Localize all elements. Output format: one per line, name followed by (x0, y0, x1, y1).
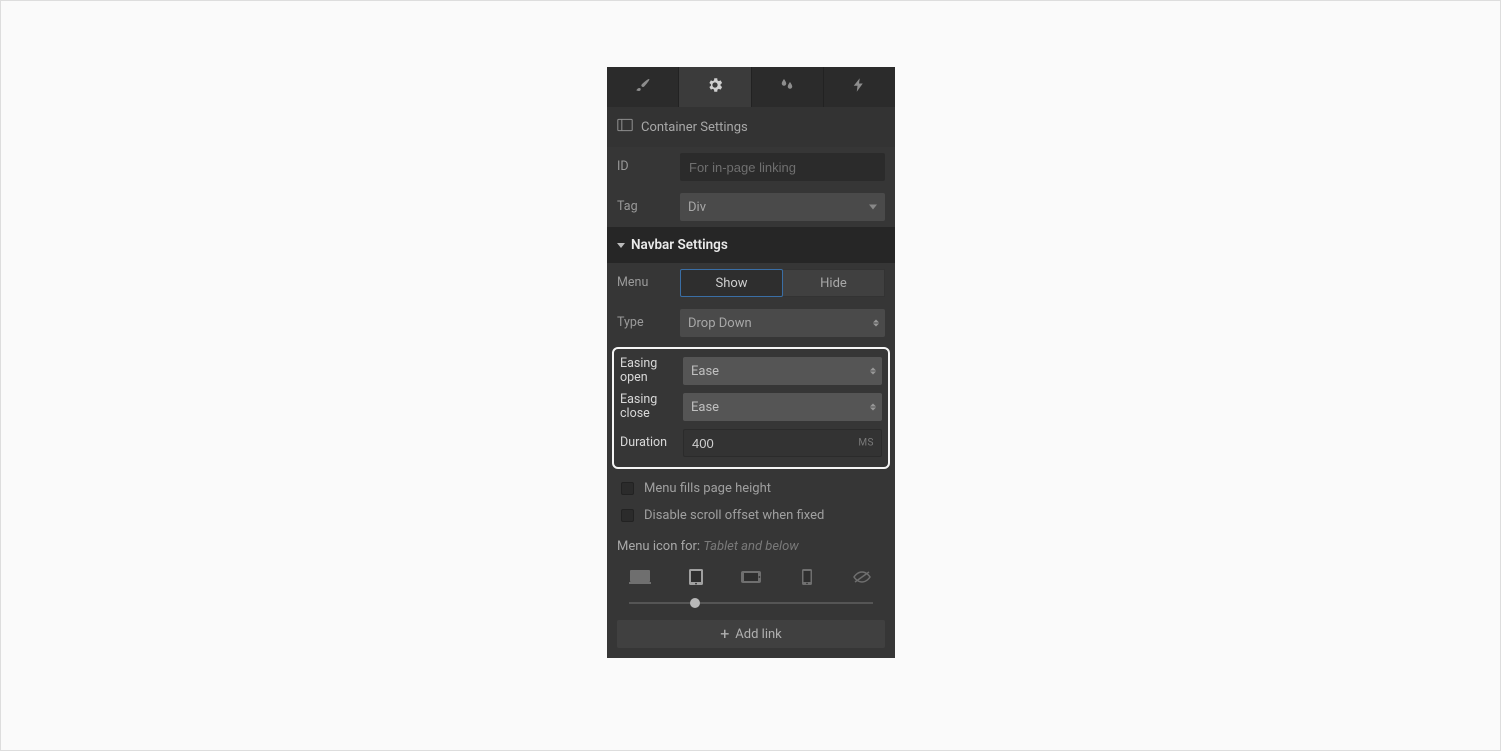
id-input[interactable] (680, 153, 885, 181)
tag-label: Tag (617, 200, 672, 214)
easing-close-label: Easing close (620, 393, 675, 421)
plus-icon: + (720, 626, 729, 642)
chevron-down-icon (869, 205, 877, 210)
menu-toggle: Show Hide (680, 269, 885, 297)
container-settings-header: Container Settings (607, 107, 895, 147)
sort-icon (873, 320, 879, 327)
sort-icon (870, 404, 876, 411)
breakpoint-none[interactable] (852, 570, 873, 588)
add-link-label: Add link (735, 627, 781, 642)
easing-open-value: Ease (691, 364, 719, 379)
menu-hide-button[interactable]: Hide (783, 269, 885, 297)
navbar-settings-title: Navbar Settings (631, 237, 728, 253)
disable-scroll-checkbox[interactable] (621, 509, 634, 522)
eye-slash-icon (853, 570, 871, 588)
settings-panel: Container Settings ID Tag Div Navbar Set… (607, 67, 895, 658)
gear-icon (706, 76, 724, 98)
menu-fills-label: Menu fills page height (644, 481, 771, 496)
breakpoint-tablet[interactable] (685, 568, 706, 590)
desktop-icon (629, 569, 651, 589)
tab-style[interactable] (607, 67, 679, 107)
type-label: Type (617, 316, 672, 330)
panel-tabs (607, 67, 895, 107)
menu-fills-row: Menu fills page height (607, 475, 895, 502)
tab-effects[interactable] (824, 67, 895, 107)
menu-icon-for-row: Menu icon for: Tablet and below (607, 529, 895, 558)
menu-label: Menu (617, 276, 672, 290)
menu-icon-for-label: Menu icon for: (617, 539, 700, 554)
easing-close-row: Easing close Ease (618, 389, 884, 425)
breakpoint-slider-wrap (607, 592, 895, 618)
phone-landscape-icon (740, 570, 762, 588)
lightning-icon (850, 76, 868, 98)
menu-fills-checkbox[interactable] (621, 482, 634, 495)
id-label: ID (617, 160, 672, 174)
container-icon (617, 118, 633, 136)
container-settings-title: Container Settings (641, 120, 748, 135)
navbar-settings-header[interactable]: Navbar Settings (607, 227, 895, 263)
tag-select-value: Div (688, 200, 706, 215)
duration-input[interactable] (683, 429, 882, 457)
disable-scroll-label: Disable scroll offset when fixed (644, 508, 824, 523)
duration-unit: MS (858, 438, 874, 449)
disable-scroll-row: Disable scroll offset when fixed (607, 502, 895, 529)
add-link-button[interactable]: + Add link (617, 620, 885, 648)
menu-show-button[interactable]: Show (680, 269, 783, 297)
sort-icon (870, 368, 876, 375)
slider-thumb[interactable] (690, 598, 700, 608)
breakpoint-desktop[interactable] (629, 569, 651, 589)
tag-row: Tag Div (607, 187, 895, 227)
easing-highlight-box: Easing open Ease Easing close Ease Durat… (612, 347, 890, 469)
id-row: ID (607, 147, 895, 187)
droplets-icon (778, 76, 796, 98)
breakpoint-icons (607, 558, 895, 592)
easing-close-value: Ease (691, 400, 719, 415)
duration-label: Duration (620, 436, 675, 450)
menu-icon-for-value: Tablet and below (703, 539, 798, 554)
menu-row: Menu Show Hide (607, 263, 895, 303)
easing-open-label: Easing open (620, 357, 675, 385)
breakpoint-phone[interactable] (796, 568, 817, 590)
type-row: Type Drop Down (607, 303, 895, 343)
breakpoint-landscape[interactable] (740, 570, 762, 588)
easing-close-select[interactable]: Ease (683, 393, 882, 421)
type-select-value: Drop Down (688, 316, 752, 331)
tab-settings[interactable] (679, 67, 751, 107)
tablet-icon (688, 568, 704, 590)
tag-select[interactable]: Div (680, 193, 885, 221)
type-select[interactable]: Drop Down (680, 309, 885, 337)
easing-open-select[interactable]: Ease (683, 357, 882, 385)
phone-icon (801, 568, 813, 590)
easing-open-row: Easing open Ease (618, 353, 884, 389)
duration-row: Duration MS (618, 425, 884, 461)
slider-track (629, 602, 873, 604)
brush-icon (634, 76, 652, 98)
tab-interactions[interactable] (752, 67, 824, 107)
breakpoint-slider[interactable] (629, 598, 873, 608)
caret-down-icon (617, 243, 625, 248)
